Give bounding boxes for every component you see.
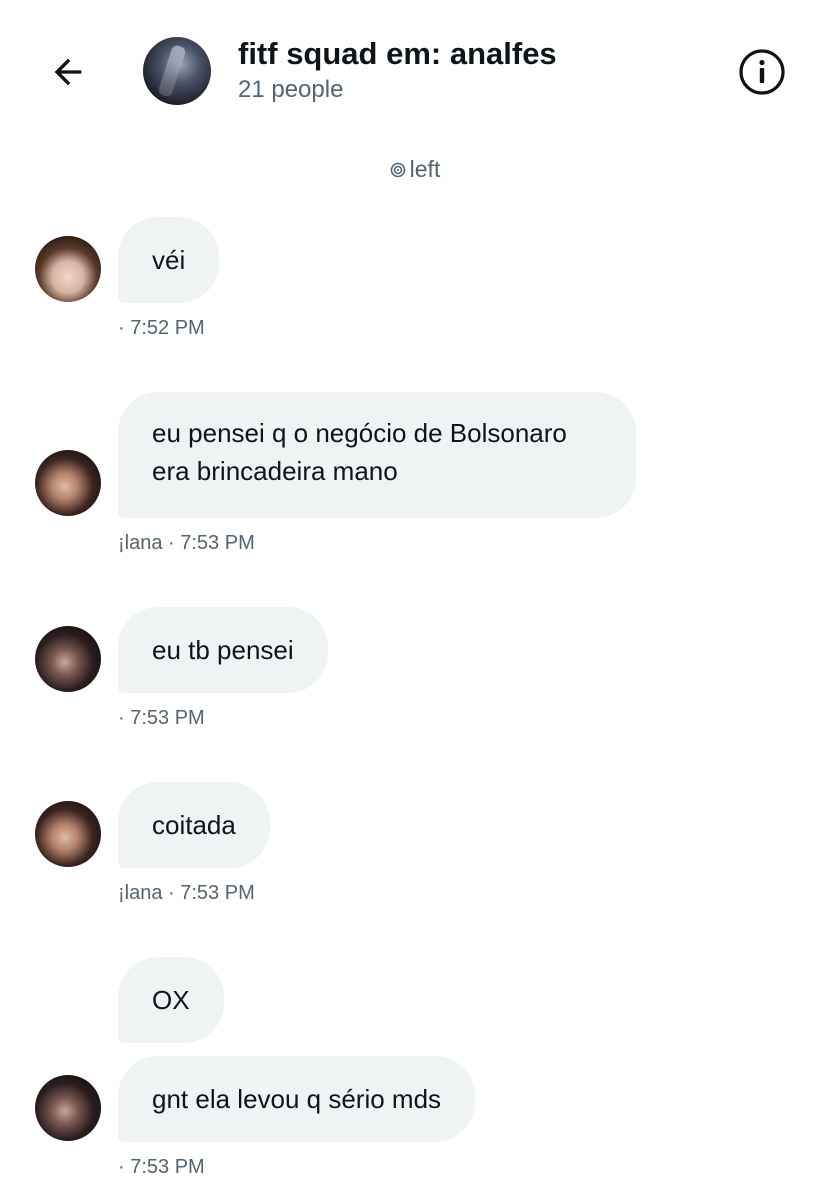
info-button[interactable]: [738, 48, 786, 96]
info-icon: [739, 49, 785, 95]
message-bubble[interactable]: gnt ela levou q sério mds: [118, 1056, 476, 1142]
message-text: OX: [152, 985, 190, 1015]
message-text: véi: [152, 245, 186, 275]
message-bubble[interactable]: coitada: [118, 782, 270, 868]
participant-count[interactable]: 21 people: [238, 76, 343, 104]
sender-avatar[interactable]: [35, 801, 101, 867]
message-bubble[interactable]: eu pensei q o negócio de Bolsonaro era b…: [118, 392, 636, 518]
spiral-icon: [390, 157, 406, 184]
message-meta: · 7:53 PM: [118, 1156, 205, 1178]
message-meta: · 7:53 PM: [118, 707, 205, 729]
message-text-line: era brincadeira mano: [152, 456, 398, 486]
back-button[interactable]: [44, 48, 92, 96]
conversation-title[interactable]: fitf squad em: analfes: [238, 36, 557, 72]
message-bubble[interactable]: OX: [118, 957, 224, 1043]
sender-avatar[interactable]: [35, 626, 101, 692]
system-message: left: [0, 156, 830, 184]
message-text: eu tb pensei: [152, 635, 294, 665]
sender-avatar[interactable]: [35, 236, 101, 302]
message-text-line: eu pensei q o negócio de Bolsonaro: [152, 418, 567, 448]
message-meta: · 7:52 PM: [118, 317, 205, 339]
sender-avatar[interactable]: [35, 1075, 101, 1141]
message-bubble[interactable]: eu tb pensei: [118, 607, 328, 693]
message-bubble[interactable]: véi: [118, 217, 220, 303]
message-text: gnt ela levou q sério mds: [152, 1084, 442, 1114]
sender-avatar[interactable]: [35, 450, 101, 516]
system-message-text: left: [409, 156, 441, 182]
conversation-header: fitf squad em: analfes 21 people: [0, 0, 830, 140]
message-meta: ¡lana · 7:53 PM: [118, 532, 255, 554]
arrow-left-icon: [54, 58, 82, 86]
message-text: coitada: [152, 810, 236, 840]
message-meta: ¡lana · 7:53 PM: [118, 882, 255, 904]
group-avatar[interactable]: [143, 37, 211, 105]
